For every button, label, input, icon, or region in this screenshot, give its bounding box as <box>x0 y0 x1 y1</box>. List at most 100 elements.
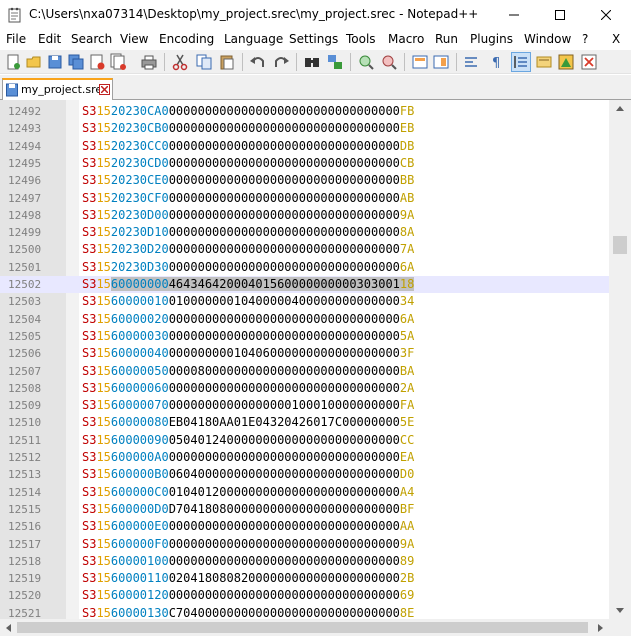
record-checksum: CC <box>399 432 415 447</box>
code-line[interactable]: 12505 S3156000003000000000000000000000000… <box>0 328 609 345</box>
code-line[interactable]: 12495 S31520230CD000000000000000000000000… <box>0 155 609 172</box>
save-all-icon[interactable] <box>67 53 85 71</box>
find-icon[interactable] <box>303 53 321 71</box>
code-line[interactable]: 12507 S3156000005000008000000000000000000… <box>0 363 609 380</box>
code-line[interactable]: 12518 S3156000010000000000000000000000000… <box>0 553 609 570</box>
show-all-chars-icon[interactable]: ¶ <box>487 53 505 71</box>
scroll-up-icon[interactable] <box>609 100 631 117</box>
code-line[interactable]: 12513 S315600000B006040000000000000000000… <box>0 466 609 483</box>
code-line[interactable]: 12517 S315600000F000000000000000000000000… <box>0 536 609 553</box>
record-type: S3 <box>82 398 97 413</box>
code-line[interactable]: 12515 S315600000D0D7041808000000000000000… <box>0 501 609 518</box>
replace-icon[interactable] <box>326 53 344 71</box>
menu-plugins[interactable]: Plugins <box>470 32 513 46</box>
menu-tools[interactable]: Tools <box>346 32 376 46</box>
line-number: 12514 <box>8 485 42 499</box>
menu-run[interactable]: Run <box>435 32 458 46</box>
srec-record: S31520230CC00000000000000000000000000000… <box>82 139 414 153</box>
close-all-icon[interactable] <box>109 53 127 71</box>
code-line[interactable]: 12500 S31520230D2000000000000000000000000… <box>0 241 609 258</box>
code-line[interactable]: 12509 S3156000007000000000000000000100010… <box>0 397 609 414</box>
paste-icon[interactable] <box>218 53 236 71</box>
code-line[interactable]: 12502 S3156000000046434642000401560000000… <box>0 276 609 293</box>
code-line[interactable]: 12494 S31520230CC000000000000000000000000… <box>0 138 609 155</box>
user-language-icon[interactable] <box>535 53 553 71</box>
open-file-icon[interactable] <box>25 53 43 71</box>
scroll-down-icon[interactable] <box>609 602 631 619</box>
code-line[interactable]: 12501 S31520230D3000000000000000000000000… <box>0 259 609 276</box>
undo-icon[interactable] <box>249 53 267 71</box>
record-checksum: 6A <box>399 311 415 326</box>
code-line[interactable]: 12503 S3156000001001000000010400000400000… <box>0 293 609 310</box>
code-line[interactable]: 12492 S31520230CA000000000000000000000000… <box>0 103 609 120</box>
menu-help[interactable]: ? <box>582 32 588 46</box>
horizontal-scrollbar[interactable] <box>0 619 609 636</box>
sync-vertical-icon[interactable] <box>411 53 429 71</box>
code-line[interactable]: 12499 S31520230D1000000000000000000000000… <box>0 224 609 241</box>
close-file-icon[interactable] <box>88 53 106 71</box>
editor-area[interactable]: 12492 S31520230CA000000000000000000000000… <box>0 100 609 619</box>
code-line[interactable]: 12508 S3156000006000000000000000000000000… <box>0 380 609 397</box>
record-data: 00000000000000000000000000000000 <box>168 328 400 343</box>
menu-search[interactable]: Search <box>71 32 112 46</box>
record-type: S3 <box>82 536 97 551</box>
code-line[interactable]: 12497 S31520230CF000000000000000000000000… <box>0 190 609 207</box>
code-line[interactable]: 12493 S31520230CB000000000000000000000000… <box>0 120 609 137</box>
menu-file[interactable]: File <box>6 32 26 46</box>
code-line[interactable]: 12520 S3156000012000000000000000000000000… <box>0 587 609 604</box>
close-window-button[interactable] <box>583 0 629 30</box>
line-number: 12512 <box>8 451 42 464</box>
horizontal-scroll-thumb[interactable] <box>17 622 588 633</box>
srec-record: S31520230D100000000000000000000000000000… <box>82 225 414 239</box>
sync-horizontal-icon[interactable] <box>432 53 450 71</box>
word-wrap-icon[interactable] <box>463 53 481 71</box>
function-list-icon[interactable] <box>580 53 598 71</box>
vertical-scroll-thumb[interactable] <box>613 236 627 254</box>
save-icon[interactable] <box>46 53 64 71</box>
menu-macro[interactable]: Macro <box>388 32 424 46</box>
menu-language[interactable]: Language <box>224 32 283 46</box>
vertical-scrollbar[interactable] <box>609 100 631 619</box>
record-data: 46434642000401560000000000303001 <box>168 277 400 291</box>
code-line[interactable]: 12521 S31560000130C7040000000000000000000… <box>0 605 609 619</box>
cut-icon[interactable] <box>171 53 189 71</box>
tab-close-icon[interactable] <box>99 84 110 95</box>
document-map-icon[interactable] <box>557 53 575 71</box>
code-line[interactable]: 12512 S315600000A000000000000000000000000… <box>0 449 609 466</box>
code-line[interactable]: 12498 S31520230D0000000000000000000000000… <box>0 207 609 224</box>
menu-settings[interactable]: Settings <box>289 32 338 46</box>
code-line[interactable]: 12514 S315600000C001040120000000000000000… <box>0 484 609 501</box>
zoom-out-icon[interactable] <box>380 53 398 71</box>
code-line[interactable]: 12504 S3156000002000000000000000000000000… <box>0 311 609 328</box>
scroll-left-icon[interactable] <box>0 619 17 636</box>
print-icon[interactable] <box>140 53 158 71</box>
new-file-icon[interactable] <box>4 53 22 71</box>
record-address: 600000C0 <box>110 484 169 499</box>
menu-window[interactable]: Window <box>524 32 571 46</box>
indent-guide-icon[interactable] <box>511 52 531 72</box>
code-line[interactable]: 12519 S3156000011002041808082000000000000… <box>0 570 609 587</box>
code-line[interactable]: 12496 S31520230CE000000000000000000000000… <box>0 172 609 189</box>
close-document-button[interactable]: X <box>612 32 620 46</box>
zoom-in-icon[interactable] <box>357 53 375 71</box>
srec-record: S315600001200000000000000000000000000000… <box>82 588 414 602</box>
record-checksum: AB <box>399 190 415 205</box>
code-line[interactable]: 12506 S3156000004000000000010406000000000… <box>0 345 609 362</box>
record-data: 01000000010400000400000000000000 <box>168 294 400 309</box>
minimize-button[interactable] <box>491 0 537 30</box>
scroll-right-icon[interactable] <box>592 619 609 636</box>
code-line[interactable]: 12510 S31560000080EB04180AA01E04320426017… <box>0 414 609 431</box>
record-data: 00000000000000000000000000000000 <box>168 242 400 257</box>
tab-my-project-srec[interactable]: my_project.srec <box>2 78 113 100</box>
code-line[interactable]: 12511 S3156000009005040124000000000000000… <box>0 432 609 449</box>
copy-icon[interactable] <box>195 53 213 71</box>
menu-view[interactable]: View <box>120 32 148 46</box>
menu-encoding[interactable]: Encoding <box>159 32 214 46</box>
line-number: 12501 <box>8 260 42 274</box>
redo-icon[interactable] <box>272 53 290 71</box>
menu-edit[interactable]: Edit <box>38 32 61 46</box>
code-line[interactable]: 12516 S315600000E000000000000000000000000… <box>0 518 609 535</box>
maximize-button[interactable] <box>537 0 583 30</box>
srec-record: S315600000500000800000000000000000000000… <box>82 364 414 378</box>
record-checksum: CB <box>399 155 415 170</box>
